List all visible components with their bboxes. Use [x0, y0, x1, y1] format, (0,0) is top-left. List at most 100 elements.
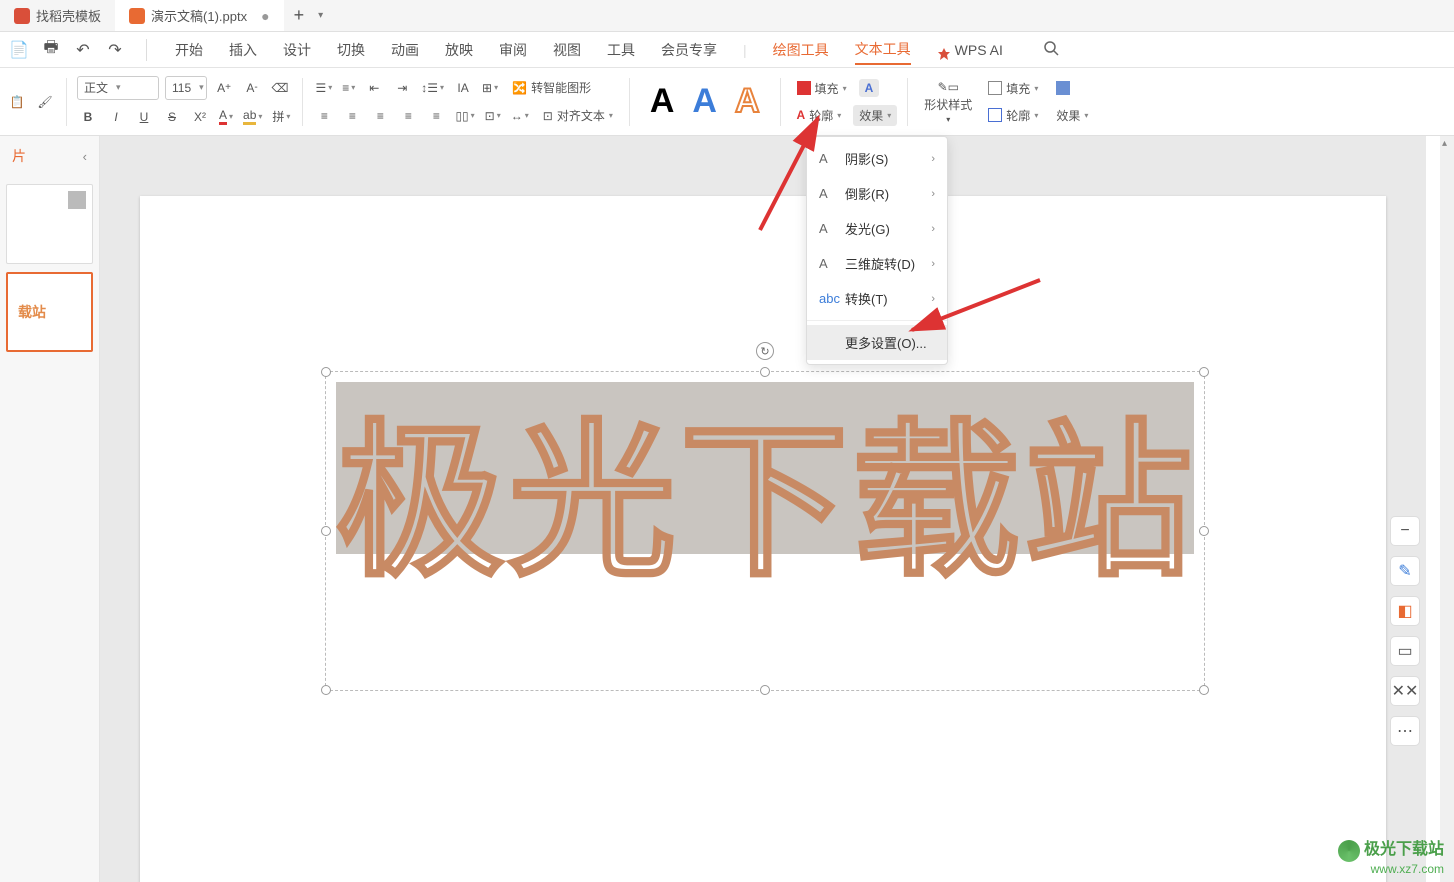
font-size-select[interactable]: 115▾ — [165, 76, 207, 100]
underline-icon[interactable]: U — [133, 106, 155, 128]
watermark: 极光下载站 www.xz7.com — [1338, 840, 1444, 876]
panel-tab[interactable]: 片 — [12, 146, 26, 166]
tab-home[interactable]: 开始 — [175, 36, 203, 64]
undo-icon[interactable]: ↶ — [72, 39, 94, 61]
resize-handle[interactable] — [1199, 367, 1209, 377]
watermark-title: 极光下载站 — [1364, 841, 1444, 858]
tab-dropdown-icon[interactable]: ▾ — [318, 10, 323, 21]
align-center-icon[interactable]: ≡ — [341, 105, 363, 127]
shrink-font-icon[interactable]: A- — [241, 77, 263, 99]
clear-format-icon[interactable]: ⌫ — [269, 77, 291, 99]
tab-review[interactable]: 审阅 — [499, 36, 527, 64]
text-outline-button[interactable]: A轮廓▾ — [791, 105, 848, 126]
indent-dec-icon[interactable]: ⇤ — [363, 77, 385, 99]
resize-handle[interactable] — [321, 685, 331, 695]
resize-handle[interactable] — [1199, 685, 1209, 695]
separator — [907, 78, 908, 126]
emphasis-icon[interactable]: 拼▾ — [270, 106, 292, 128]
wordart-text[interactable]: 极光下载站 — [336, 366, 1194, 609]
more-icon[interactable]: ⋯ — [1390, 716, 1420, 746]
highlight-icon[interactable]: ab▾ — [241, 106, 264, 128]
glow-a-icon: A — [819, 221, 835, 237]
zoom-out-icon[interactable]: − — [1390, 516, 1420, 546]
redo-icon[interactable]: ↷ — [104, 39, 126, 61]
vertical-scrollbar[interactable]: ▴ — [1440, 136, 1454, 882]
rotate-handle[interactable]: ↻ — [756, 342, 774, 360]
slide-thumb-1[interactable] — [6, 184, 93, 264]
shape-format-button[interactable]: ✎▭ 形状样式▾ — [916, 76, 980, 128]
scroll-up-icon[interactable]: ▴ — [1442, 138, 1447, 149]
numbering-icon[interactable]: ≡▾ — [340, 77, 357, 99]
shape-effect-dd[interactable]: 效果▾ — [1050, 105, 1094, 126]
new-tab-button[interactable]: + — [284, 5, 315, 26]
resize-handle[interactable] — [321, 526, 331, 536]
superscript-icon[interactable]: X² — [189, 106, 211, 128]
line-spacing-icon[interactable]: ↕☰▾ — [419, 77, 446, 99]
wordart-style-2[interactable]: A — [692, 82, 717, 121]
menu-glow[interactable]: A发光(G)› — [807, 211, 947, 246]
tab-member[interactable]: 会员专享 — [661, 36, 717, 64]
format-painter-icon[interactable]: 🖌 — [34, 91, 56, 113]
text-effect-dd[interactable]: 效果▾ — [853, 105, 897, 126]
menu-3drotation[interactable]: A三维旋转(D)› — [807, 246, 947, 281]
search-icon[interactable] — [1043, 36, 1059, 63]
tab-transition[interactable]: 切换 — [337, 36, 365, 64]
bold-icon[interactable]: B — [77, 106, 99, 128]
tab-animation[interactable]: 动画 — [391, 36, 419, 64]
spacing-icon[interactable]: ↔▾ — [509, 105, 531, 127]
text-fill-button[interactable]: 填充▾ — [791, 78, 853, 99]
tab-drawing-tools[interactable]: 绘图工具 — [773, 36, 829, 64]
pen-icon[interactable]: ✎ — [1390, 556, 1420, 586]
inner-margin-icon[interactable]: ⊡▾ — [483, 105, 503, 127]
tab-design[interactable]: 设计 — [283, 36, 311, 64]
indent-inc-icon[interactable]: ⇥ — [391, 77, 413, 99]
shape-effect-button[interactable] — [1050, 79, 1076, 97]
tab-stops-icon[interactable]: ⊞▾ — [480, 77, 500, 99]
print-icon[interactable]: 🖶 — [40, 39, 62, 61]
grow-font-icon[interactable]: A+ — [213, 77, 235, 99]
tab-templates[interactable]: 找稻壳模板 — [0, 0, 115, 31]
columns-icon[interactable]: ▯▯▾ — [453, 105, 476, 127]
screen-icon[interactable]: ▭ — [1390, 636, 1420, 666]
menu-transform[interactable]: abc转换(T)› — [807, 281, 947, 316]
menu-shadow[interactable]: A阴影(S)› — [807, 141, 947, 176]
tab-insert[interactable]: 插入 — [229, 36, 257, 64]
font-name-select[interactable]: 正文▾ — [77, 76, 159, 100]
resize-handle[interactable] — [321, 367, 331, 377]
text-direction-icon[interactable]: IA — [452, 77, 474, 99]
wordart-style-3[interactable]: A — [735, 82, 760, 121]
color-icon[interactable]: ◧ — [1390, 596, 1420, 626]
align-text-button[interactable]: ⊡对齐文本▾ — [537, 105, 619, 126]
resize-handle[interactable] — [1199, 526, 1209, 536]
tab-document[interactable]: 演示文稿(1).pptx ● — [115, 0, 284, 31]
align-justify-icon[interactable]: ≡ — [397, 105, 419, 127]
font-color-icon[interactable]: A▾ — [217, 106, 235, 128]
paste-icon[interactable]: 📋 — [6, 91, 28, 113]
slide[interactable]: ↻ 极光下载站 — [140, 196, 1386, 882]
menu-reflection[interactable]: A倒影(R)› — [807, 176, 947, 211]
slide-thumb-2[interactable]: 载站 — [6, 272, 93, 352]
selected-textbox[interactable]: ↻ 极光下载站 — [325, 371, 1205, 691]
bullets-icon[interactable]: ☰▾ — [313, 77, 334, 99]
tab-view[interactable]: 视图 — [553, 36, 581, 64]
shape-fill-button[interactable]: 填充▾ — [982, 78, 1044, 99]
distribute-icon[interactable]: ≡ — [425, 105, 447, 127]
align-right-icon[interactable]: ≡ — [369, 105, 391, 127]
settings-icon[interactable]: ✕✕ — [1390, 676, 1420, 706]
strike-icon[interactable]: S — [161, 106, 183, 128]
resize-handle[interactable] — [760, 685, 770, 695]
collapse-icon[interactable]: ‹ — [83, 149, 87, 164]
menu-more-settings[interactable]: 更多设置(O)... — [807, 325, 947, 360]
pdf-icon[interactable]: 📄 — [8, 39, 30, 61]
wordart-gallery[interactable]: A A A — [638, 82, 772, 121]
align-left-icon[interactable]: ≡ — [313, 105, 335, 127]
tab-text-tools[interactable]: 文本工具 — [855, 35, 911, 65]
shape-outline-button[interactable]: 轮廓▾ — [982, 105, 1044, 126]
wordart-style-1[interactable]: A — [650, 82, 675, 121]
italic-icon[interactable]: I — [105, 106, 127, 128]
text-effect-button[interactable]: A — [859, 79, 880, 97]
wps-ai-button[interactable]: WPS AI — [937, 34, 1003, 66]
convert-smartart-button[interactable]: 🔀转智能图形 — [506, 77, 597, 98]
tab-tools[interactable]: 工具 — [607, 36, 635, 64]
tab-slideshow[interactable]: 放映 — [445, 36, 473, 64]
